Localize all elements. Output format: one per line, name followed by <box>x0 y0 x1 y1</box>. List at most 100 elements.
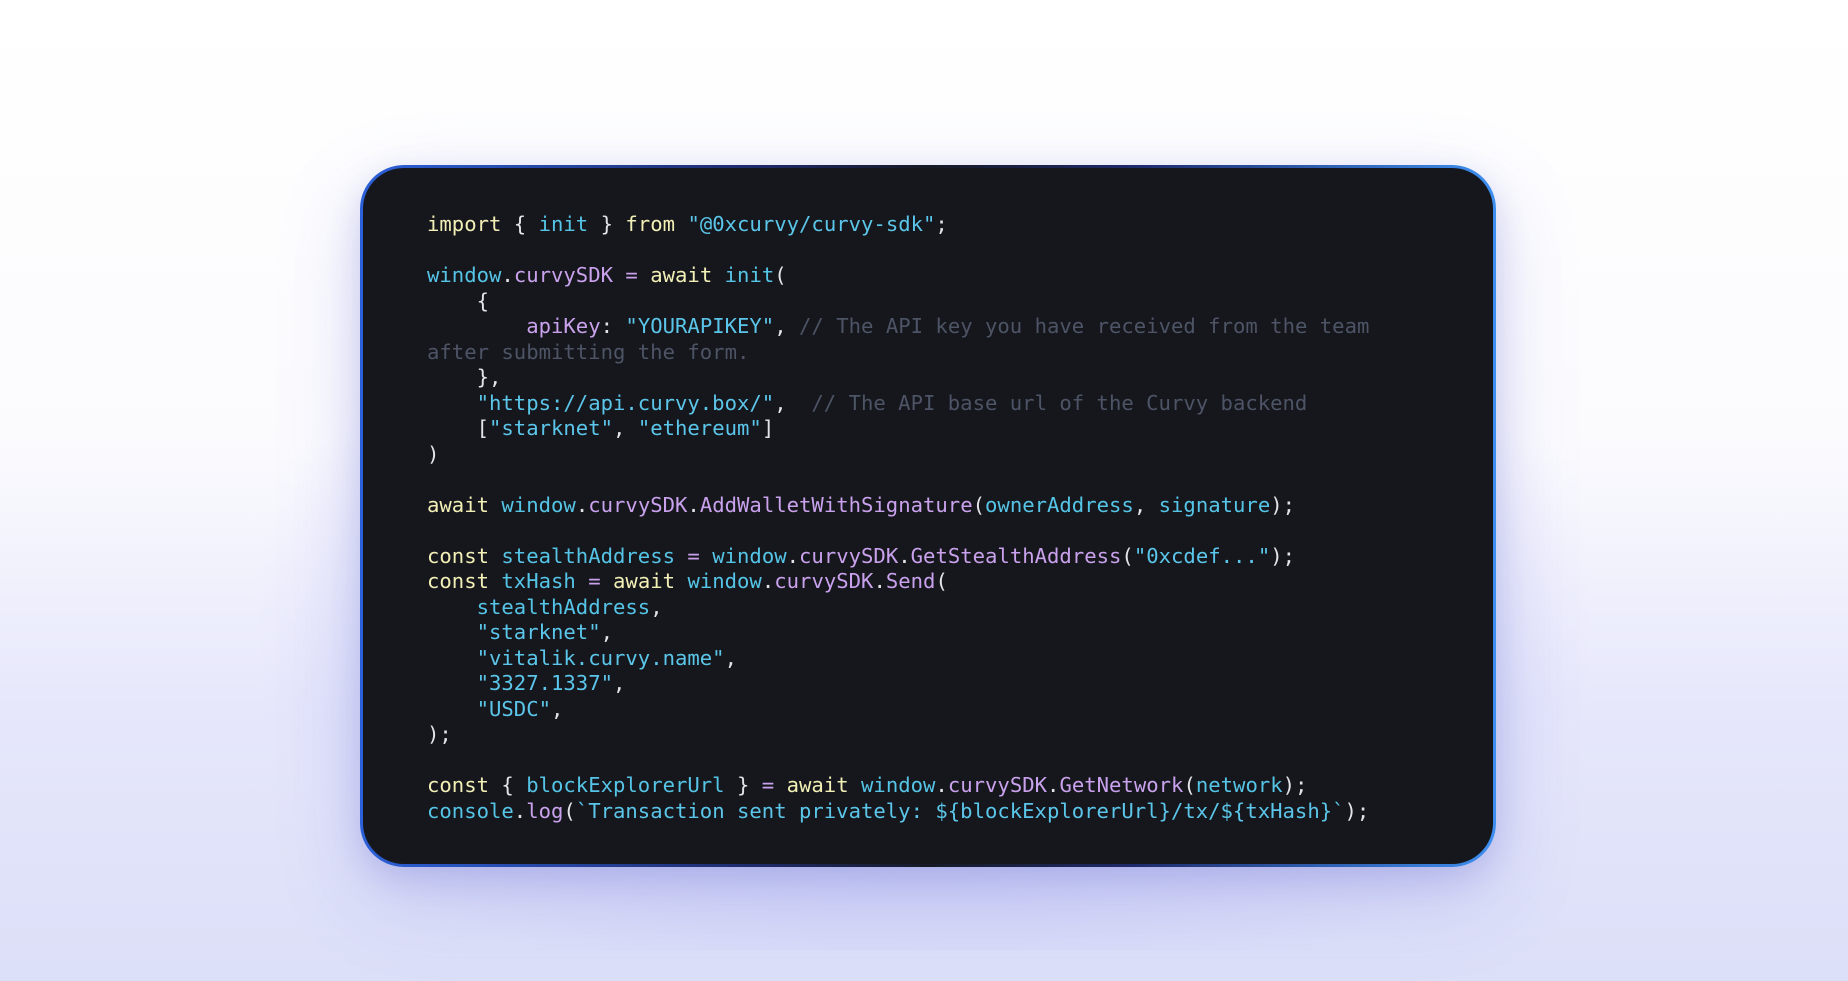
code-token: window <box>712 543 787 568</box>
code-token: = <box>625 263 638 287</box>
code-token: log <box>526 798 564 823</box>
code-token: { <box>501 212 539 236</box>
code-line: ) <box>427 442 1493 468</box>
code-token: txHash <box>501 569 576 593</box>
code-line: ​ <box>427 467 1493 493</box>
code-token: const <box>427 773 489 797</box>
code-token: = <box>761 773 775 797</box>
code-token: "0xcdef..." <box>1133 543 1271 568</box>
code-line: apiKey: "YOURAPIKEY", // The API key you… <box>427 314 1493 340</box>
code-token: init <box>538 212 589 236</box>
code-token: signature <box>1158 492 1271 517</box>
code-token: : <box>600 314 626 338</box>
code-line: stealthAddress, <box>427 595 1493 621</box>
code-line: "vitalik.curvy.name", <box>427 646 1493 672</box>
code-token: , <box>724 645 737 670</box>
code-token: "vitalik.curvy.name" <box>476 645 725 670</box>
code-token: import <box>427 212 502 236</box>
code-line: const txHash = await window.curvySDK.Sen… <box>427 569 1493 595</box>
code-card: import { init } from "@0xcurvy/curvy-sdk… <box>363 168 1493 864</box>
code-token: } <box>588 212 626 236</box>
code-line: console.log(`Transaction sent privately:… <box>427 799 1493 825</box>
code-token: ); <box>427 722 452 746</box>
code-token: . <box>513 798 527 823</box>
code-line: "starknet", <box>427 620 1493 646</box>
code-token: window <box>501 492 576 517</box>
code-line: after submitting the form. <box>427 340 1493 366</box>
code-line: "3327.1337", <box>427 671 1493 697</box>
code-token: , <box>551 696 564 721</box>
code-token: apiKey <box>526 314 601 338</box>
code-token: . <box>935 773 948 797</box>
code-token: "starknet" <box>489 416 613 440</box>
code-token: console <box>427 798 514 823</box>
code-line: ​ <box>427 748 1493 774</box>
code-token: await <box>427 492 489 517</box>
code-line: ); <box>427 722 1493 748</box>
code-token: curvySDK <box>799 543 899 568</box>
code-token: blockExplorerUrl <box>526 773 725 797</box>
code-token: GetStealthAddress <box>910 543 1122 568</box>
code-token: . <box>501 263 514 287</box>
code-token: ( <box>1121 543 1134 568</box>
code-token: ); <box>1270 492 1296 517</box>
code-token: await <box>786 773 849 797</box>
code-token: . <box>687 492 700 517</box>
code-token: init <box>724 263 775 287</box>
code-line: ​ <box>427 518 1493 544</box>
code-token: . <box>873 569 886 593</box>
code-token: window <box>427 263 502 287</box>
code-line: ["starknet", "ethereum"] <box>427 416 1493 442</box>
code-token: . <box>1047 773 1060 797</box>
code-token: network <box>1195 773 1283 797</box>
code-token: curvySDK <box>774 569 874 593</box>
code-token: , <box>774 314 800 338</box>
code-token: await <box>650 263 713 287</box>
code-token: "@0xcurvy/curvy-sdk" <box>687 212 936 236</box>
code-token: await <box>613 569 676 593</box>
code-token: { <box>489 773 527 797</box>
code-token: "starknet" <box>476 620 601 644</box>
code-token: . <box>761 569 775 593</box>
code-token: "https://api.curvy.box/" <box>476 390 775 415</box>
code-token: { <box>427 288 489 313</box>
code-token: window <box>861 773 936 797</box>
code-token: ( <box>972 492 986 517</box>
code-token: stealthAddress <box>501 543 675 568</box>
code-token: = <box>588 569 601 593</box>
code-token: "ethereum" <box>637 416 762 440</box>
code-token: ( <box>935 569 948 593</box>
code-line: { <box>427 289 1493 315</box>
code-line: ​ <box>427 238 1493 264</box>
code-token: ] <box>761 416 775 440</box>
code-token: after submitting the form. <box>427 339 750 364</box>
code-token: // The API key you have received from th… <box>799 314 1370 338</box>
code-token: window <box>687 569 762 593</box>
code-line: await window.curvySDK.AddWalletWithSigna… <box>427 493 1493 519</box>
code-token: }, <box>427 365 502 389</box>
code-line: "https://api.curvy.box/", // The API bas… <box>427 391 1493 417</box>
code-line: import { init } from "@0xcurvy/curvy-sdk… <box>427 212 1493 238</box>
code-token: . <box>898 543 911 568</box>
code-token: `Transaction sent privately: ${blockExpl… <box>575 798 1345 823</box>
code-token: "USDC" <box>476 696 552 721</box>
code-line: const { blockExplorerUrl } = await windo… <box>427 773 1493 799</box>
code-token: ( <box>1183 773 1196 797</box>
code-token: , <box>650 594 663 619</box>
code-token: "3327.1337" <box>476 671 613 695</box>
